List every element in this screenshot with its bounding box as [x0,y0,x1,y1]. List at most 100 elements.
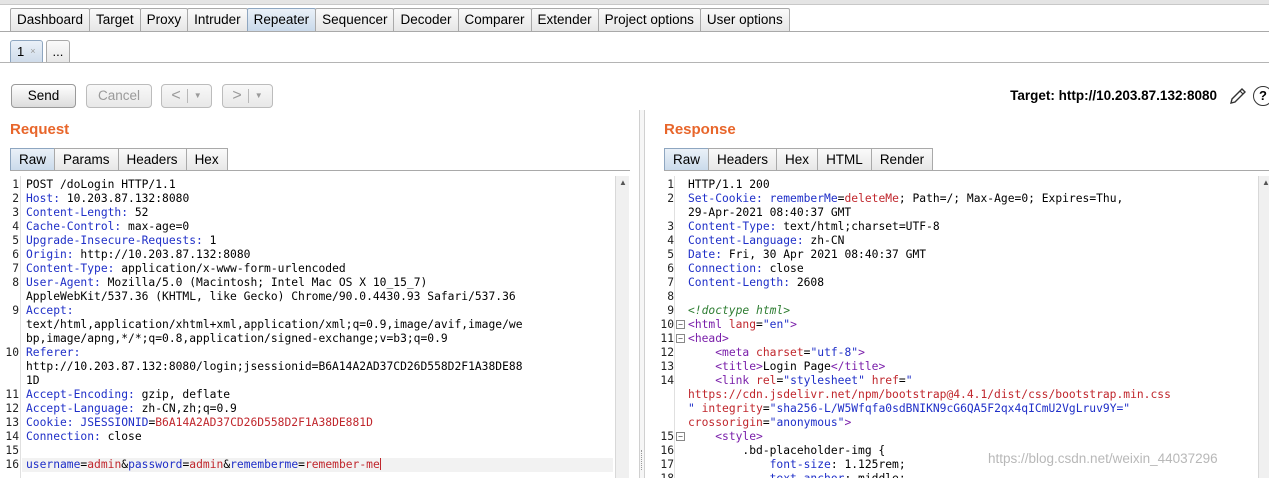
code-token: = [762,402,770,415]
code-token: = [762,416,770,429]
line-number: 10 [660,318,674,331]
send-button[interactable]: Send [11,84,76,108]
code-line: Content-Type: application/x-www-form-url… [26,262,346,276]
code-token: = [756,318,763,331]
code-token: < [688,360,723,373]
chevron-down-icon[interactable]: ▼ [194,85,202,107]
code-token: meta [722,346,750,359]
code-token: JSESSIONID [73,416,149,429]
scroll-up-icon[interactable]: ▲ [1259,176,1269,190]
code-token: B6A14A2AD37CD26D558D2F1A38DE881D [155,416,373,429]
line-number: 7 [12,262,19,275]
code-token: Fri, 30 Apr 2021 08:40:37 GMT [722,248,927,261]
code-line: <!doctype html> [688,304,790,318]
code-line: Content-Type: text/html;charset=UTF-8 [688,220,940,234]
help-icon[interactable]: ? [1253,86,1269,106]
code-token: < [688,332,695,345]
text-cursor [379,458,381,470]
code-token: Referer: [26,346,81,359]
code-token: charset [749,346,804,359]
code-token: < [688,430,723,443]
request-tab-headers[interactable]: Headers [117,148,187,171]
window-top-strip [0,0,1269,5]
forward-button[interactable]: > ▼ [222,84,273,108]
code-token: : middle; [844,472,905,478]
pane-splitter[interactable] [639,110,645,478]
tab-target[interactable]: Target [89,8,141,31]
fold-toggle-icon[interactable]: − [676,334,685,343]
line-number: 4 [12,220,19,233]
request-tab-hex[interactable]: Hex [185,148,228,171]
tab-repeater[interactable]: Repeater [246,8,317,31]
request-editor[interactable]: 1 POST /doLogin HTTP/1.1 2 Host: 10.203.87.… [0,176,629,478]
cancel-button[interactable]: Cancel [86,84,152,108]
code-token: lang [722,318,757,331]
request-tab-params[interactable]: Params [54,148,119,171]
code-token: </ [830,360,845,373]
response-tab-html[interactable]: HTML [817,148,872,171]
tab-project-options[interactable]: Project options [597,8,701,31]
line-number: 5 [667,248,674,261]
code-token: text-anchor [688,472,845,478]
tab-proxy[interactable]: Proxy [139,8,189,31]
code-token: admin [87,458,122,471]
code-token: 52 [128,206,149,219]
tab-sequencer[interactable]: Sequencer [315,8,395,31]
code-line: Cache-Control: max-age=0 [26,220,189,234]
chevron-down-icon[interactable]: ▼ [255,85,263,107]
code-token: Login Page [762,360,831,373]
splitter-grip[interactable] [641,450,643,470]
code-token: application/x-www-form-urlencoded [114,262,346,275]
response-editor[interactable]: 1 HTTP/1.1 200 2 Set-Cookie: rememberMe=del… [654,176,1269,478]
pencil-icon[interactable] [1228,86,1248,106]
code-token: rememberme [230,458,299,471]
response-tab-hex[interactable]: Hex [776,148,819,171]
repeater-tab-1[interactable]: 1 × [10,40,43,63]
code-token: Content-Type: [688,220,777,233]
code-token: text/html,application/xhtml+xml,applicat… [26,318,523,331]
code-token: remember-me [304,458,380,471]
tab-comparer[interactable]: Comparer [457,8,532,31]
response-tab-raw[interactable]: Raw [664,148,710,171]
code-token: <!doctype html> [688,304,791,317]
code-token: Cache-Control: [26,220,122,233]
back-button[interactable]: < ▼ [161,84,212,108]
code-token: 2608 [790,276,825,289]
tab-intruder[interactable]: Intruder [187,8,248,31]
line-number: 1 [12,178,19,191]
button-separator [186,89,188,103]
close-icon[interactable]: × [30,41,35,62]
code-line: Accept-Language: zh-CN,zh;q=0.9 [26,402,237,416]
line-number: 16 [5,458,19,471]
code-token: 29-Apr-2021 08:40:37 GMT [688,206,852,219]
code-token: http://10.203.87.132:8080/login;jsession… [26,360,523,373]
code-line: Referer: [26,346,80,360]
code-line: Connection: close [26,430,142,444]
code-token: Cookie: [26,416,74,429]
response-tab-headers[interactable]: Headers [708,148,778,171]
tab-dashboard[interactable]: Dashboard [10,8,91,31]
response-tab-render[interactable]: Render [870,148,934,171]
tab-decoder[interactable]: Decoder [393,8,459,31]
request-tab-raw[interactable]: Raw [10,148,56,171]
code-token: title [722,360,757,373]
code-token: max-age=0 [121,220,190,233]
line-number: 15 [5,444,19,457]
request-tab-divider [10,170,630,171]
new-repeater-tab-button[interactable]: ... [45,40,71,63]
code-token: ; Path=/; Max-Age=0; Expires=Thu, [898,192,1124,205]
code-line: Content-Language: zh-CN [688,234,844,248]
code-line: <style> [688,430,763,444]
code-token: username [26,458,81,471]
code-token: link [722,374,750,387]
response-scrollbar[interactable]: ▲ [1258,176,1269,478]
fold-toggle-icon[interactable]: − [676,432,685,441]
code-token: > [858,346,865,359]
scroll-up-icon[interactable]: ▲ [616,176,630,190]
fold-toggle-icon[interactable]: − [676,320,685,329]
code-line: https://cdn.jsdelivr.net/npm/bootstrap@4… [688,388,1171,402]
tab-user-options[interactable]: User options [699,8,790,31]
tab-extender[interactable]: Extender [530,8,599,31]
request-scrollbar[interactable]: ▲ [615,176,629,478]
line-number: 14 [5,430,19,443]
